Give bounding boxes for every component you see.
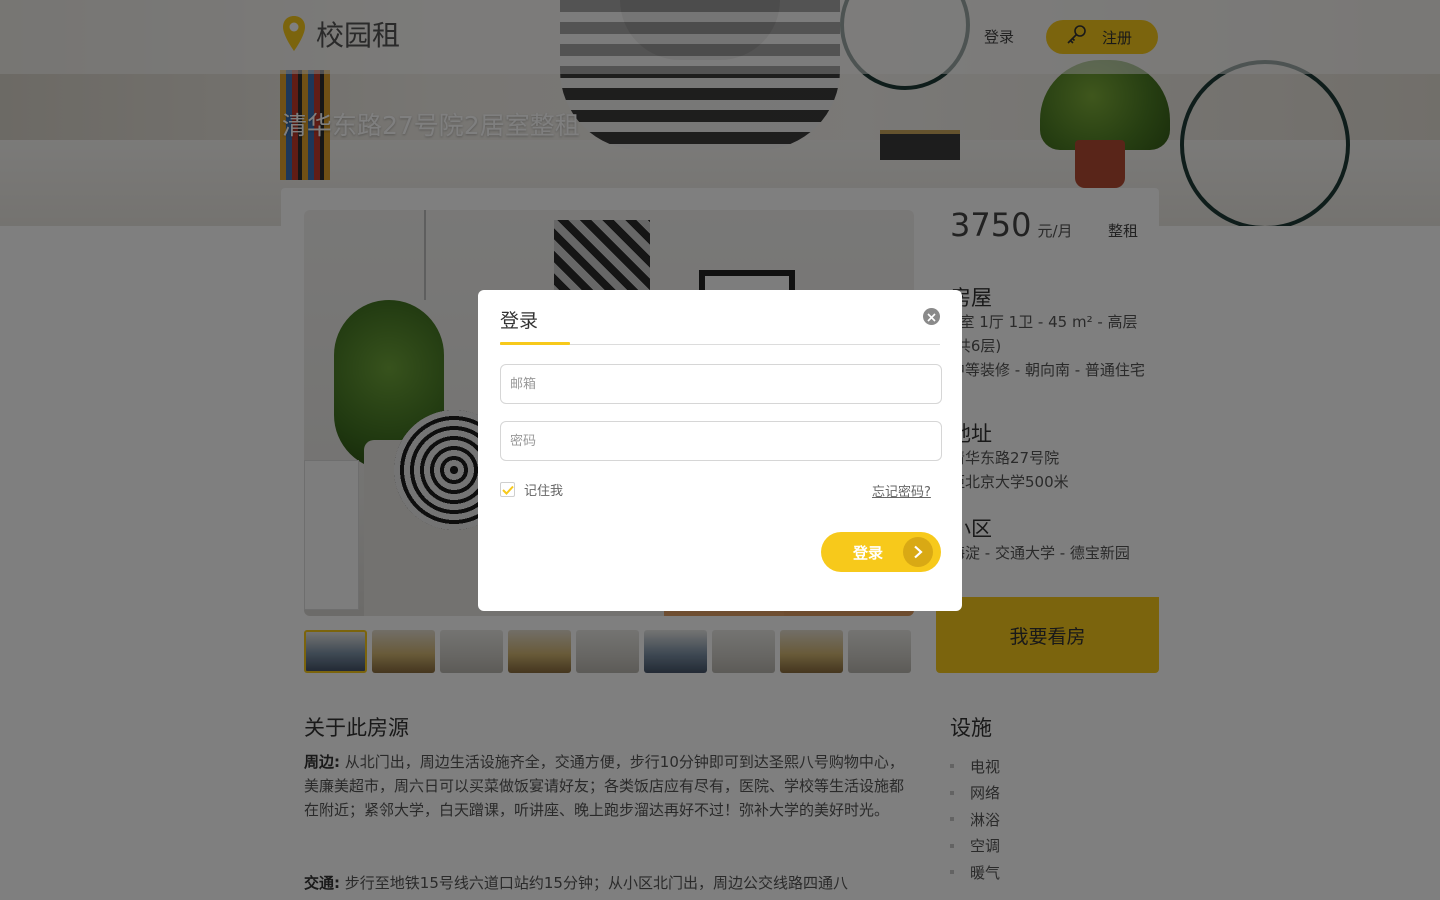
submit-label: 登录	[853, 543, 884, 562]
remember-checkbox[interactable]	[500, 482, 515, 497]
forgot-password-link[interactable]: 忘记密码?	[872, 481, 931, 500]
login-modal: 登录 记住我 忘记密码? 登录	[478, 290, 962, 611]
modal-title-underline	[500, 342, 570, 345]
close-icon	[927, 307, 936, 326]
remember-me[interactable]: 记住我	[500, 480, 563, 499]
modal-title: 登录	[500, 310, 539, 332]
password-field[interactable]	[500, 421, 942, 461]
login-submit-button[interactable]: 登录	[821, 532, 941, 572]
chevron-right-icon	[903, 537, 933, 567]
email-field[interactable]	[500, 364, 942, 404]
remember-label: 记住我	[524, 484, 564, 499]
check-icon	[501, 485, 514, 495]
close-button[interactable]	[923, 308, 940, 325]
